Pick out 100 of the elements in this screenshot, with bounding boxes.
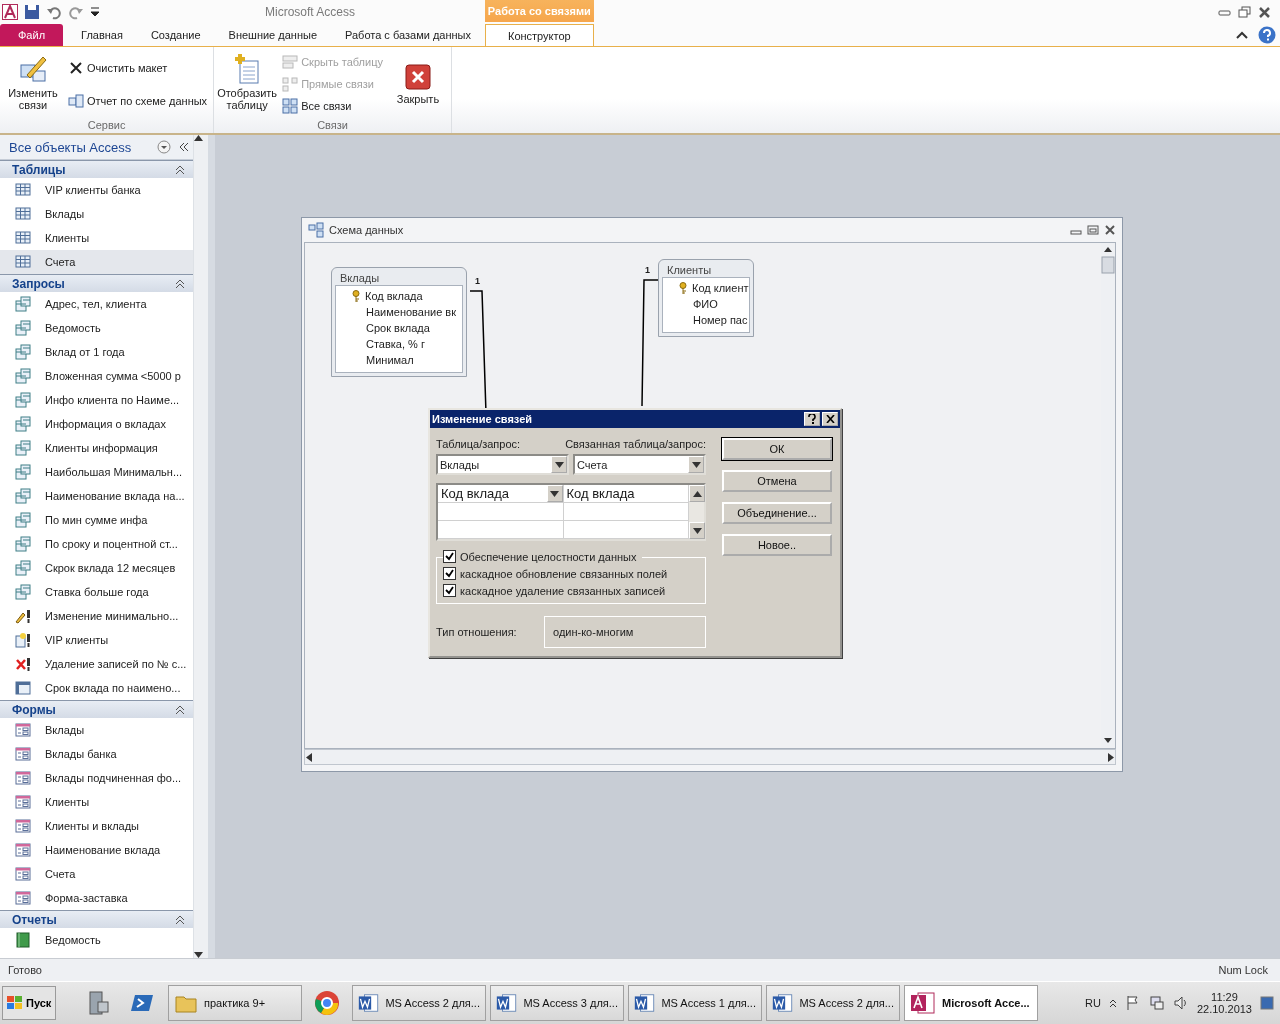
- checkbox[interactable]: Обеспечение целостности данных: [443, 550, 643, 563]
- field-name: Код клиент: [692, 282, 749, 294]
- diagram-icon: [282, 98, 299, 114]
- language-indicator[interactable]: RU: [1085, 997, 1101, 1009]
- diagram-icon: [308, 222, 324, 238]
- query-icon: [15, 584, 31, 600]
- close-icon: [1104, 225, 1116, 235]
- dialog-button[interactable]: Новое..: [722, 534, 832, 556]
- clock-time: 11:29: [1211, 991, 1238, 1003]
- field-name: Код вклада: [365, 290, 423, 302]
- restore-icon: [1238, 6, 1252, 18]
- table-box[interactable]: Клиенты Код клиент ФИО Номер пас: [658, 259, 754, 337]
- ribbon-tab[interactable]: Внешние данные: [214, 24, 331, 46]
- window-title: Схема данных: [329, 224, 405, 236]
- nav-section-header[interactable]: Отчеты: [0, 910, 193, 928]
- query-icon: [15, 464, 31, 480]
- key-icon: [350, 290, 362, 302]
- group-label: Сервис: [86, 119, 127, 133]
- form-icon: [15, 818, 31, 834]
- scrollbar[interactable]: [193, 135, 208, 958]
- close-button[interactable]: [822, 412, 838, 426]
- ribbon-tab[interactable]: Главная: [67, 24, 137, 46]
- taskbar-button[interactable]: MS Access 1 для...: [628, 985, 762, 1021]
- cross-icon: [68, 59, 84, 76]
- nav-section-header[interactable]: Формы: [0, 700, 193, 718]
- help-icon: [808, 414, 816, 424]
- dialog-button[interactable]: Объединение...: [722, 502, 832, 524]
- speaker-icon: [1172, 995, 1189, 1011]
- cross-icon: [15, 656, 31, 672]
- taskbar-button[interactable]: практика 9+: [168, 985, 302, 1021]
- down-arrow-icon: [691, 461, 701, 468]
- ribbon-tab[interactable]: Создание: [136, 24, 215, 46]
- chevron-up-icon: [1108, 998, 1117, 1008]
- book-icon: [15, 932, 31, 948]
- ribbon-button[interactable]: Очистить макет: [66, 58, 210, 77]
- ribbon-button[interactable]: Закрыть: [388, 49, 447, 119]
- window-title: Microsoft Access: [264, 5, 356, 19]
- help-button[interactable]: [804, 412, 820, 426]
- query-icon: [15, 368, 31, 384]
- taskbar-button[interactable]: Microsoft Acce...: [904, 985, 1038, 1021]
- nav-section-header[interactable]: Запросы: [0, 274, 193, 292]
- field-name: Ставка, % г: [366, 338, 425, 350]
- query-icon: [15, 512, 31, 528]
- diagram-icon: [68, 92, 84, 109]
- grid-cell[interactable]: Код вклада: [438, 485, 564, 502]
- taskbar-button[interactable]: MS Access 2 для...: [352, 985, 486, 1021]
- ribbon-button[interactable]: Отчет по схеме данных: [66, 91, 210, 110]
- windows-logo-icon: [6, 995, 24, 1011]
- field-grid[interactable]: Код вклада Код вклада: [436, 483, 706, 541]
- collapse-ribbon-icon: [1236, 30, 1248, 40]
- field-name: Наименование вк: [366, 306, 456, 318]
- start-button[interactable]: Пуск: [2, 986, 56, 1020]
- key-document-icon: [910, 990, 936, 1016]
- form-icon: [15, 794, 31, 810]
- query-icon: [15, 296, 31, 312]
- form-icon: [15, 890, 31, 906]
- collapse-icon: [175, 914, 185, 925]
- table-dropdown[interactable]: Вклады: [436, 454, 569, 475]
- up-arrow-icon: [692, 490, 702, 497]
- pencil-icon: [15, 608, 31, 624]
- ribbon-button[interactable]: Изменить связи: [4, 49, 62, 119]
- query-icon: [15, 488, 31, 504]
- table-icon: [15, 206, 31, 222]
- table-icon: [15, 632, 31, 648]
- query-icon: [15, 344, 31, 360]
- scrollbar[interactable]: [304, 749, 1116, 765]
- collapse-icon: [175, 704, 185, 715]
- form-icon: [15, 746, 31, 762]
- nav-section-header[interactable]: Таблицы: [0, 160, 193, 178]
- ribbon-tab[interactable]: Работа с базами данных: [331, 24, 485, 46]
- table-icon: [15, 230, 31, 246]
- context-tab-group: Работа со связями: [485, 0, 594, 22]
- taskbar-button[interactable]: MS Access 2 для...: [766, 985, 900, 1021]
- table-box[interactable]: Вклады Код вклада Наименование вк Срок вклада Ставка, % г Минимал: [331, 267, 467, 377]
- group-label: Связи: [316, 119, 349, 133]
- table-icon: [15, 254, 31, 270]
- field-name: ФИО: [693, 298, 718, 310]
- close-icon: [1258, 6, 1272, 18]
- redo-icon: [68, 4, 84, 20]
- down-arrow-icon: [194, 952, 203, 958]
- ribbon-button[interactable]: Отобразить таблицу: [218, 49, 277, 119]
- browser-icon: [314, 990, 340, 1016]
- query-icon: [15, 320, 31, 336]
- field-label: Связанная таблица/запрос:: [565, 438, 706, 450]
- taskbar-button[interactable]: MS Access 3 для...: [490, 985, 624, 1021]
- network-icon: [1148, 995, 1165, 1011]
- collapse-icon: [175, 278, 185, 289]
- related-table-dropdown[interactable]: Счета: [573, 454, 706, 475]
- ribbon-button[interactable]: Все связи: [280, 97, 385, 115]
- dropdown-icon: [157, 140, 171, 154]
- dialog-button[interactable]: ОК: [722, 438, 832, 460]
- key-icon: [677, 282, 689, 294]
- close-icon: [825, 415, 835, 423]
- ribbon-tab[interactable]: Конструктор: [485, 24, 594, 46]
- dialog-button[interactable]: Отмена: [722, 470, 832, 492]
- ribbon-tab[interactable]: Файл: [0, 24, 64, 46]
- right-arrow-icon: [1107, 752, 1115, 762]
- field-label: Таблица/запрос:: [436, 438, 522, 450]
- nav-item[interactable]: Счета: [0, 250, 193, 274]
- form-icon: [15, 722, 31, 738]
